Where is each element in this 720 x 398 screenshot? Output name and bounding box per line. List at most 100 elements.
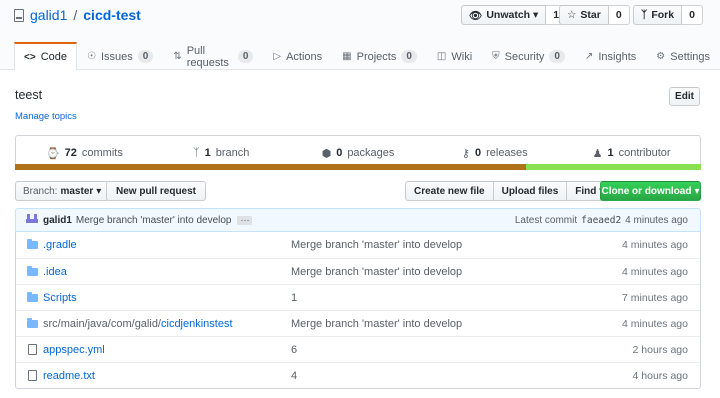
file-age: 4 minutes ago [622, 239, 688, 251]
commits-count: 72 [64, 147, 77, 159]
commit-age: 4 minutes ago [625, 214, 688, 226]
branch-select-button[interactable]: Branch: master ▾ [15, 181, 110, 201]
unwatch-button[interactable]: 👁 Unwatch ▾ [461, 5, 547, 25]
tab-issues[interactable]: ☉ Issues 0 [77, 42, 163, 70]
file-commit-message-link[interactable]: Merge branch 'master' into develop [291, 266, 591, 278]
clone-label: Clone or download [601, 185, 692, 197]
graph-icon: ↗ [584, 51, 594, 62]
caret-down-icon: ▾ [694, 185, 700, 197]
packages-label: packages [347, 147, 395, 159]
file-age: 4 minutes ago [622, 317, 688, 330]
tab-counter: 0 [549, 50, 565, 63]
branch-name: master [60, 185, 94, 197]
tab-counter: 0 [401, 50, 417, 63]
file-commit-message-link[interactable]: Merge branch 'master' into develop [291, 239, 591, 251]
file-row[interactable]: .gradle Merge branch 'master' into develo… [16, 232, 700, 258]
latest-commit-info: Latest commit faeaed2 4 minutes ago [515, 215, 688, 226]
file-row[interactable]: appspec.yml 6 2 hours ago [16, 336, 700, 362]
play-icon: ▷ [273, 51, 282, 62]
file-row[interactable]: Scripts 1 7 minutes ago [16, 284, 700, 310]
tab-label: Projects [356, 50, 397, 63]
book-icon: ◫ [436, 51, 447, 62]
file-name-link[interactable]: src/main/java/com/galid/cicdjenkinstest [43, 318, 291, 330]
file-age: 4 hours ago [632, 369, 688, 382]
stars-count[interactable]: 0 [608, 5, 630, 25]
folder-icon [27, 291, 38, 302]
tab-settings[interactable]: ⚙ Settings [646, 42, 720, 70]
star-button[interactable]: ☆ Star [559, 5, 609, 25]
file-name-link[interactable]: readme.txt [43, 370, 291, 382]
repo-name-link[interactable]: cicd-test [83, 7, 141, 23]
branches-count: 1 [204, 147, 211, 159]
file-actions-group: Create new file Upload files Find file [405, 181, 623, 201]
tab-counter: 0 [137, 50, 154, 63]
commit-author-link[interactable]: galid1 [43, 215, 72, 226]
people-icon: ♟ [592, 147, 603, 160]
file-row[interactable]: .idea Merge branch 'master' into develop 4… [16, 258, 700, 284]
tab-label: Issues [100, 50, 133, 63]
forks-count[interactable]: 0 [682, 5, 703, 25]
repo-nav-tabs: <> Code ☉ Issues 0 ⇅ Pull requests 0 ▷ A… [14, 42, 720, 71]
file-name: .idea [43, 265, 67, 278]
tab-label: Security [504, 50, 545, 63]
file-name: .gradle [43, 239, 77, 251]
file-name-link[interactable]: .idea [43, 266, 291, 278]
file-list: .gradle Merge branch 'master' into develo… [15, 232, 701, 389]
file-commit-message-link[interactable]: 1 [291, 292, 591, 304]
repo-title: galid1 / cicd-test [14, 7, 141, 23]
tab-insights[interactable]: ↗ Insights [575, 42, 646, 70]
file-commit-message-link[interactable]: Merge branch 'master' into develop [291, 318, 591, 330]
new-pull-request-button[interactable]: New pull request [106, 181, 207, 201]
create-new-file-button[interactable]: Create new file [405, 181, 494, 201]
manage-topics-link[interactable]: Manage topics [15, 111, 77, 122]
code-icon: <> [24, 51, 36, 63]
file-name-link[interactable]: .gradle [43, 239, 291, 251]
fork-button[interactable]: ᛉ Fork [633, 5, 683, 25]
repo-icon [14, 8, 24, 22]
expand-commit-button[interactable]: ··· [237, 215, 253, 225]
file-name: Scripts [43, 291, 77, 304]
star-action: ☆ Star 0 [559, 5, 630, 25]
tab-label: Insights [598, 50, 637, 63]
gear-icon: ⚙ [656, 51, 666, 62]
language-bar[interactable] [15, 164, 701, 170]
package-icon: ⬢ [321, 147, 332, 160]
latest-commit-label: Latest commit [514, 214, 578, 226]
file-name-link[interactable]: appspec.yml [43, 344, 291, 356]
tab-security[interactable]: ⛨ Security 0 [482, 42, 575, 70]
edit-description-button[interactable]: Edit [669, 87, 700, 106]
avatar[interactable] [26, 214, 38, 226]
tab-actions[interactable]: ▷ Actions [263, 42, 332, 70]
fork-action: ᛉ Fork 0 [633, 5, 703, 25]
tab-label: Settings [670, 50, 710, 63]
upload-files-button[interactable]: Upload files [492, 181, 568, 201]
contributors-count: 1 [607, 147, 614, 159]
language-segment[interactable] [15, 164, 527, 170]
file-name: cicdjenkinstest [161, 317, 233, 330]
fork-icon: ᛉ [641, 9, 648, 21]
file-commit-message-link[interactable]: 6 [291, 344, 591, 356]
tab-label: Code [40, 51, 67, 63]
tab-projects[interactable]: ▦ Projects 0 [332, 42, 427, 70]
tab-code[interactable]: <> Code [14, 42, 77, 71]
tab-label: Wiki [451, 50, 473, 63]
file-row[interactable]: src/main/java/com/galid/cicdjenkinstest M… [16, 310, 700, 336]
tab-label: Pull requests [186, 44, 229, 69]
language-segment[interactable] [526, 164, 701, 170]
clone-or-download-button[interactable]: Clone or download ▾ [600, 181, 701, 201]
repo-owner-link[interactable]: galid1 [30, 7, 67, 23]
file-age: 2 hours ago [632, 343, 688, 356]
star-label: Star [580, 9, 601, 21]
file-navigation: Branch: master ▾ New pull request Create… [15, 181, 701, 201]
file-commit-message-link[interactable]: 4 [291, 370, 591, 382]
file-name-link[interactable]: Scripts [43, 292, 291, 304]
pull-request-icon: ⇅ [173, 51, 182, 62]
tab-wiki[interactable]: ◫ Wiki [427, 42, 482, 70]
commit-message-link[interactable]: Merge branch 'master' into develop [76, 215, 232, 226]
fork-label: Fork [651, 9, 675, 21]
file-row[interactable]: readme.txt 4 4 hours ago [16, 362, 700, 388]
file-icon [27, 370, 38, 381]
commit-sha-link[interactable]: faeaed2 [581, 215, 621, 226]
tab-pull-requests[interactable]: ⇅ Pull requests 0 [163, 42, 263, 70]
project-icon: ▦ [342, 51, 352, 62]
